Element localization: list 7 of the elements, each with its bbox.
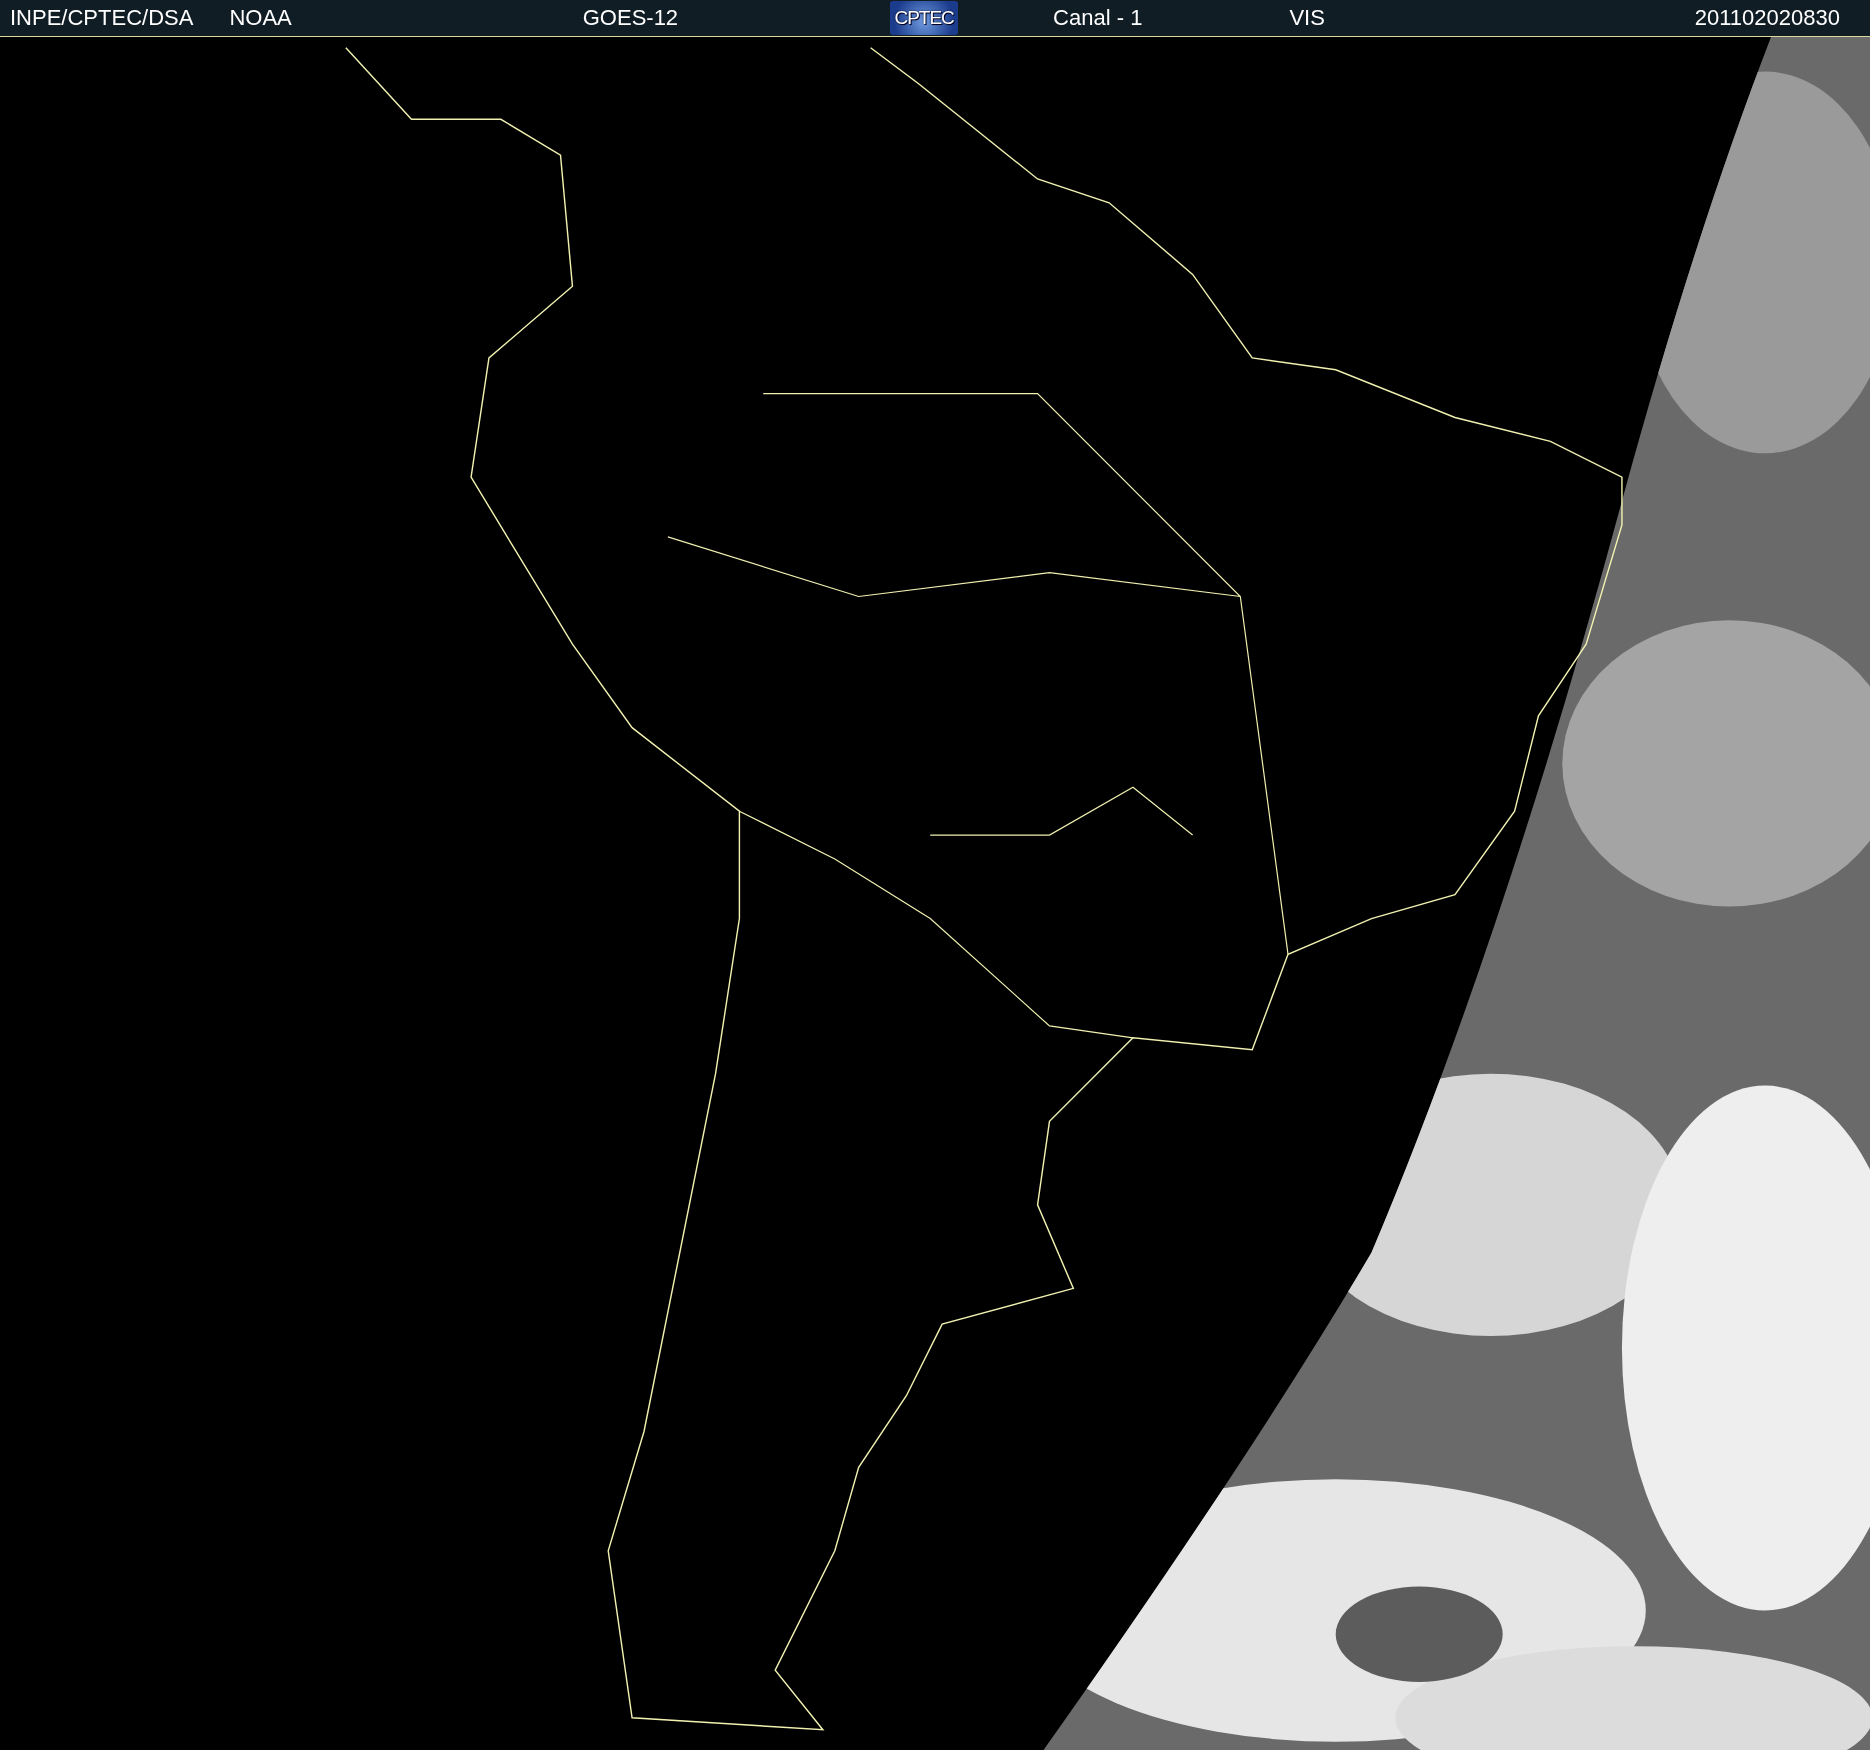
agency-label: NOAA (229, 5, 292, 31)
source-label: INPE/CPTEC/DSA (10, 5, 194, 31)
timestamp-label: 201102020830 (1694, 5, 1840, 31)
band-label: VIS (1289, 5, 1325, 31)
channel-label: Canal - 1 (1053, 5, 1143, 31)
logo: CPTEC (890, 1, 959, 35)
satellite-label: GOES-12 (582, 5, 679, 31)
